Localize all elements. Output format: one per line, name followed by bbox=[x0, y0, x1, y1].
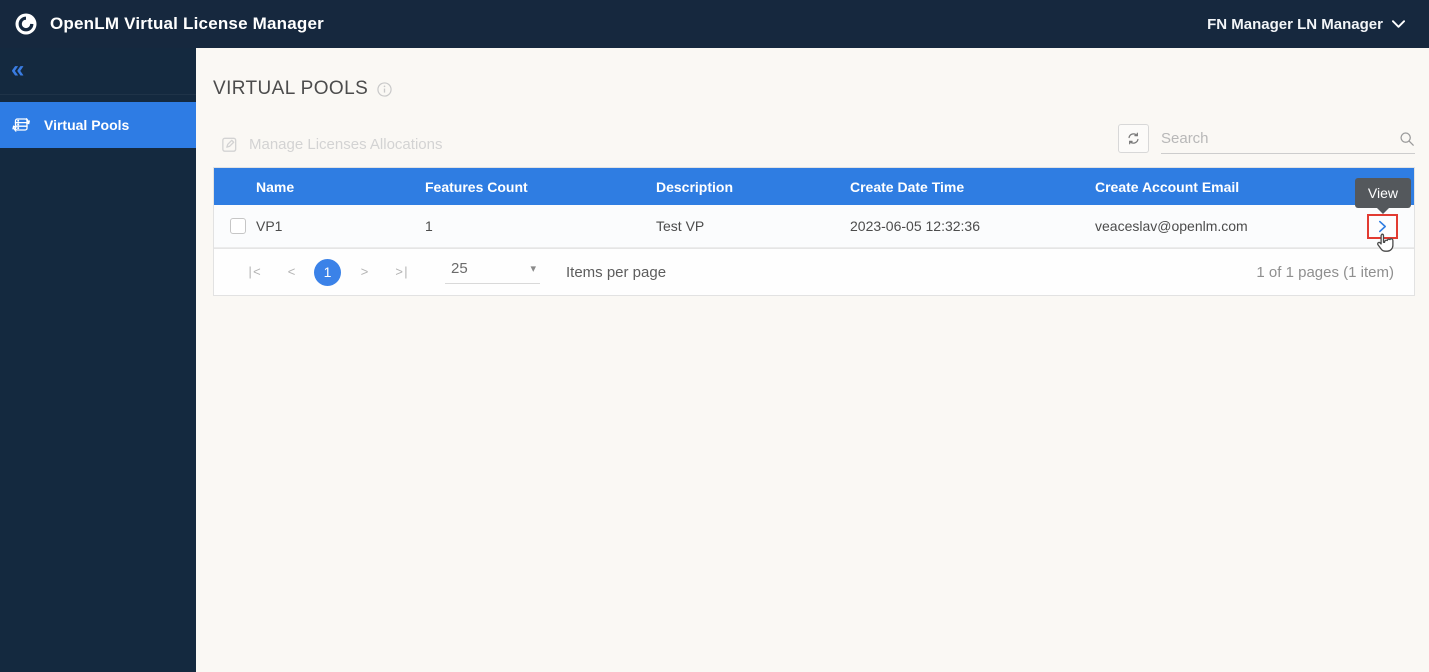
cell-features-count: 1 bbox=[425, 218, 433, 234]
row-checkbox[interactable] bbox=[230, 218, 246, 234]
items-per-page-value: 25 bbox=[451, 260, 468, 277]
sidebar: « Virtual Pools bbox=[0, 48, 196, 672]
column-header-description[interactable]: Description bbox=[656, 179, 850, 195]
sidebar-collapse-button[interactable]: « bbox=[0, 48, 196, 95]
cell-create-account-email: veaceslav@openlm.com bbox=[1095, 218, 1248, 234]
column-header-features-count[interactable]: Features Count bbox=[425, 179, 656, 195]
search-input[interactable] bbox=[1161, 130, 1399, 147]
search-icon[interactable] bbox=[1399, 131, 1415, 147]
sidebar-item-label: Virtual Pools bbox=[44, 117, 130, 133]
chevron-down-icon bbox=[1392, 20, 1405, 28]
collapse-left-icon: « bbox=[11, 55, 25, 83]
search-field bbox=[1161, 130, 1415, 154]
openlm-logo-icon bbox=[14, 12, 38, 36]
table-header-row: Name Features Count Description Create D… bbox=[214, 168, 1414, 205]
column-header-name[interactable]: Name bbox=[256, 179, 425, 195]
pagination-summary: 1 of 1 pages (1 item) bbox=[1256, 263, 1394, 281]
clipboard-edit-icon bbox=[220, 135, 239, 154]
sidebar-item-virtual-pools[interactable]: Virtual Pools bbox=[0, 102, 196, 148]
cell-description: Test VP bbox=[656, 218, 705, 234]
view-tooltip: View bbox=[1354, 178, 1411, 214]
page-title: VIRTUAL POOLS bbox=[213, 78, 369, 99]
previous-page-button[interactable]: < bbox=[276, 257, 306, 287]
items-per-page-label: Items per page bbox=[566, 263, 667, 281]
next-page-button[interactable]: > bbox=[349, 257, 379, 287]
current-page-button[interactable]: 1 bbox=[314, 258, 341, 286]
view-row-button[interactable] bbox=[1367, 214, 1398, 239]
manage-licenses-allocations-label: Manage Licenses Allocations bbox=[249, 136, 443, 153]
items-per-page-select[interactable]: 25 ▾ bbox=[445, 260, 540, 284]
table-row: VP1 1 Test VP 2023-06-05 12:32:36 veaces… bbox=[214, 205, 1414, 248]
cell-name: VP1 bbox=[256, 218, 283, 234]
cell-create-date-time: 2023-06-05 12:32:36 bbox=[850, 218, 980, 234]
first-page-button[interactable]: |< bbox=[238, 257, 268, 287]
refresh-icon bbox=[1125, 130, 1142, 147]
chevron-right-icon bbox=[1378, 220, 1387, 233]
column-header-create-account-email[interactable]: Create Account Email bbox=[1095, 179, 1366, 195]
user-menu-label: FN Manager LN Manager bbox=[1207, 15, 1383, 33]
manage-licenses-allocations-button[interactable]: Manage Licenses Allocations bbox=[220, 135, 442, 154]
info-icon[interactable] bbox=[377, 81, 392, 97]
pagination-bar: |< < 1 > >| 25 ▾ Items per page 1 of 1 p… bbox=[214, 248, 1414, 295]
virtual-pools-table: Name Features Count Description Create D… bbox=[213, 167, 1415, 296]
main-content: VIRTUAL POOLS Manage Licenses Allocation… bbox=[196, 48, 1429, 672]
refresh-button[interactable] bbox=[1118, 124, 1149, 153]
last-page-button[interactable]: >| bbox=[387, 257, 417, 287]
select-caret-icon: ▾ bbox=[530, 263, 536, 275]
app-title: OpenLM Virtual License Manager bbox=[50, 14, 324, 33]
top-navbar: OpenLM Virtual License Manager FN Manage… bbox=[0, 0, 1429, 48]
user-menu[interactable]: FN Manager LN Manager bbox=[1207, 16, 1405, 33]
column-header-create-date-time[interactable]: Create Date Time bbox=[850, 179, 1095, 195]
virtual-pools-icon bbox=[9, 113, 33, 137]
